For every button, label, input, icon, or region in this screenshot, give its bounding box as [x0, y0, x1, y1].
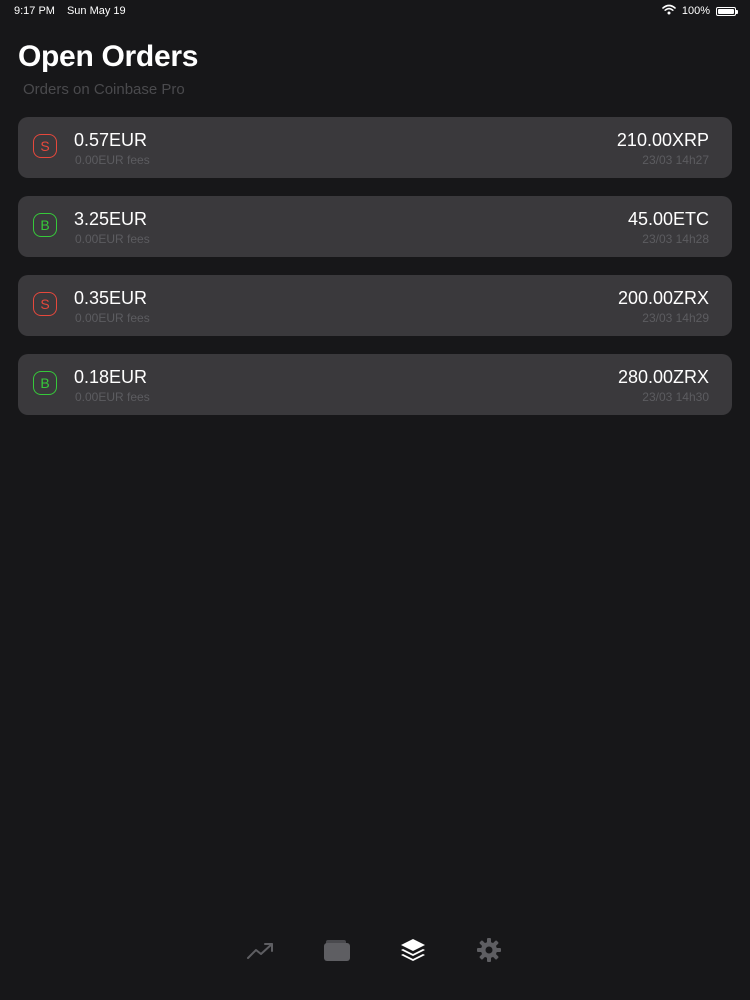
- order-row[interactable]: S 0.35EUR 0.00EUR fees 200.00ZRX 23/03 14h29: [18, 275, 732, 336]
- tab-bar: [0, 937, 750, 978]
- wifi-icon: [662, 4, 676, 18]
- order-fees: 0.00EUR fees: [75, 390, 150, 404]
- order-row[interactable]: B 0.18EUR 0.00EUR fees 280.00ZRX 23/03 14h30: [18, 354, 732, 415]
- order-volume: 210.00XRP: [616, 130, 709, 150]
- order-timestamp: 23/03 14h30: [642, 390, 709, 404]
- orders-list: S 0.57EUR 0.00EUR fees 210.00XRP 23/03 14h27…: [18, 117, 732, 433]
- order-timestamp: 23/03 14h29: [642, 311, 709, 325]
- order-fees: 0.00EUR fees: [75, 232, 150, 246]
- order-timestamp: 23/03 14h27: [642, 153, 709, 167]
- order-row[interactable]: B 3.25EUR 0.00EUR fees 45.00ETC 23/03 14h28: [18, 196, 732, 257]
- order-row[interactable]: S 0.57EUR 0.00EUR fees 210.00XRP 23/03 14h27: [18, 117, 732, 178]
- status-bar: 9:17 PM Sun May 19 100%: [0, 0, 750, 22]
- order-amount: 0.35EUR: [74, 288, 148, 308]
- page-subtitle: Orders on Coinbase Pro: [23, 81, 185, 98]
- tab-settings[interactable]: [475, 937, 503, 968]
- order-fees: 0.00EUR fees: [75, 311, 150, 325]
- battery-icon: [716, 6, 738, 16]
- order-fees: 0.00EUR fees: [75, 153, 150, 167]
- wallet-icon: [323, 938, 351, 967]
- order-amount: 3.25EUR: [74, 209, 148, 229]
- tab-orders[interactable]: [399, 938, 427, 966]
- gear-icon: [476, 937, 502, 968]
- status-left: 9:17 PM Sun May 19: [14, 5, 126, 17]
- sell-badge: S: [33, 292, 57, 316]
- tab-wallet[interactable]: [323, 938, 351, 966]
- page-title: Open Orders: [18, 40, 199, 73]
- order-amount: 0.18EUR: [74, 367, 148, 387]
- status-time: 9:17 PM: [14, 5, 55, 17]
- app-screen: 9:17 PM Sun May 19 100% Open Orders Orde…: [0, 0, 750, 1000]
- status-right: 100%: [662, 4, 738, 18]
- order-amount: 0.57EUR: [74, 130, 148, 150]
- buy-badge: B: [33, 213, 57, 237]
- order-volume: 200.00ZRX: [617, 288, 709, 308]
- order-volume: 280.00ZRX: [617, 367, 709, 387]
- sell-badge: S: [33, 134, 57, 158]
- buy-badge: B: [33, 371, 57, 395]
- tab-markets[interactable]: [247, 938, 275, 966]
- trending-up-icon: [246, 939, 276, 966]
- order-volume: 45.00ETC: [627, 209, 709, 229]
- layers-icon: [399, 937, 427, 968]
- status-date: Sun May 19: [66, 5, 126, 17]
- battery-percent: 100%: [681, 5, 710, 17]
- order-timestamp: 23/03 14h28: [642, 232, 709, 246]
